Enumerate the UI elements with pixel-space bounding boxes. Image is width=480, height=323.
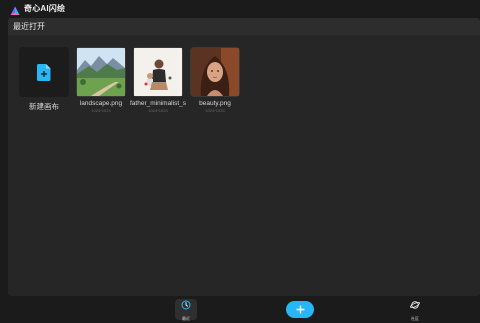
new-canvas-tile[interactable] — [19, 47, 69, 97]
planet-icon — [410, 297, 420, 315]
bottom-nav: 最近 社区 — [0, 296, 480, 323]
app-logo-icon — [10, 3, 20, 15]
file-name: landscape.png — [79, 100, 123, 107]
recent-panel: 最近打开 新建画布 landscape.png 1024*1024 father… — [8, 18, 480, 296]
new-canvas-card[interactable]: 新建画布 — [19, 47, 69, 113]
recent-file-card[interactable]: landscape.png 1024*1024 — [76, 47, 126, 113]
nav-recent-button[interactable]: 最近 — [175, 297, 197, 321]
beauty-thumbnail[interactable] — [190, 47, 240, 97]
new-canvas-label: 新建画布 — [29, 102, 59, 111]
file-meta: 1024*1024 — [148, 108, 168, 113]
landscape-thumbnail[interactable] — [76, 47, 126, 97]
file-meta: 1024*1024 — [205, 108, 225, 113]
file-meta: 1024*1024 — [91, 108, 111, 113]
plus-icon — [296, 301, 305, 319]
nav-community-button[interactable]: 社区 — [404, 297, 426, 321]
clock-icon — [181, 297, 191, 315]
recent-file-card[interactable]: beauty.png 1024*1024 — [190, 47, 240, 113]
section-title: 最近打开 — [13, 22, 45, 31]
recent-grid: 新建画布 landscape.png 1024*1024 father_mini… — [19, 47, 240, 113]
file-name: beauty.png — [199, 100, 231, 107]
recent-header: 最近打开 — [8, 18, 480, 35]
file-add-icon — [37, 63, 51, 81]
nav-recent-label: 最近 — [182, 316, 190, 321]
app-title: 奇心AI闪绘 — [24, 3, 66, 13]
recent-file-card[interactable]: father_minimalist_s... 1024*1024 — [130, 47, 186, 113]
title-bar: 奇心AI闪绘 — [0, 0, 480, 16]
father-thumbnail[interactable] — [133, 47, 183, 97]
file-name: father_minimalist_s... — [130, 100, 186, 107]
nav-community-label: 社区 — [411, 316, 419, 321]
add-button[interactable] — [286, 301, 314, 318]
